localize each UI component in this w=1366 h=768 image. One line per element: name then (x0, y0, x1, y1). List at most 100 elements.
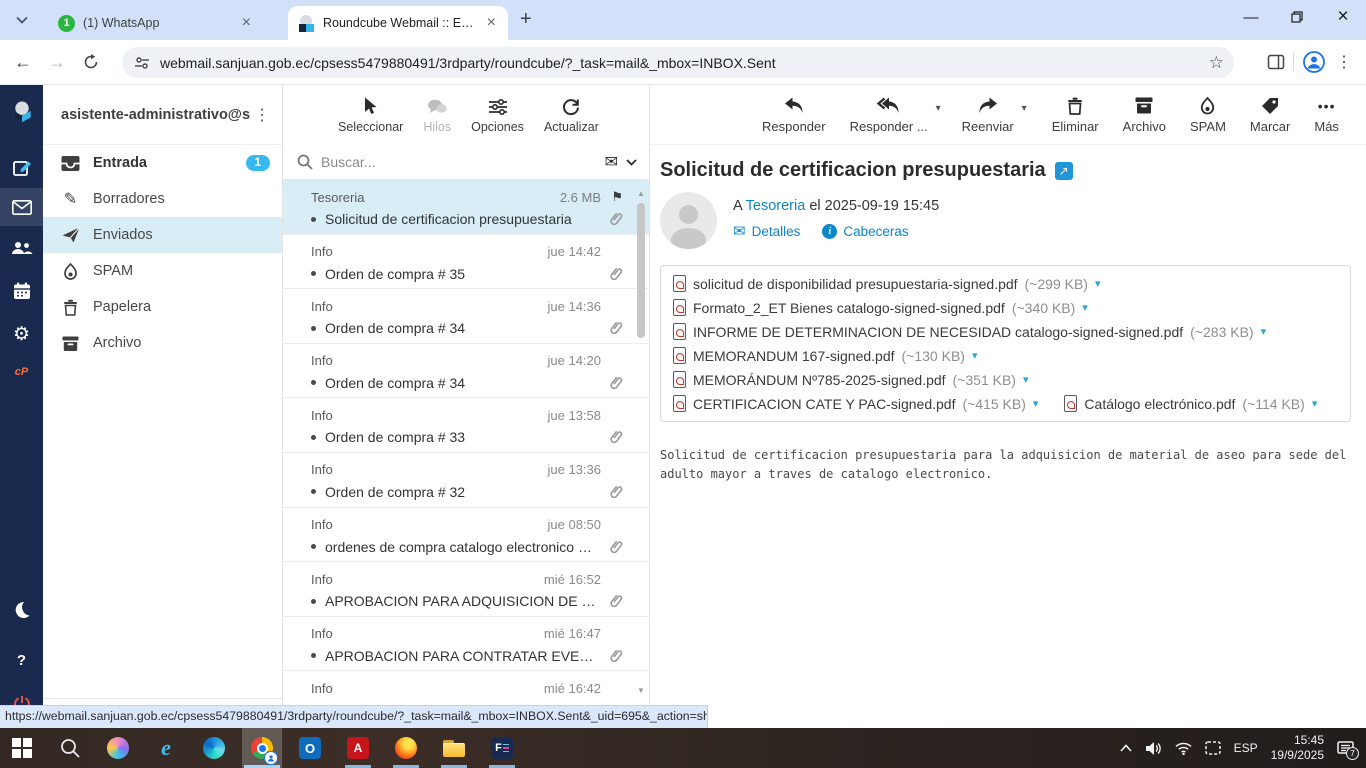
close-icon[interactable]: × (240, 15, 253, 31)
dropdown-caret-icon[interactable]: ▾ (936, 103, 941, 114)
archive-button[interactable]: Archivo (1123, 96, 1166, 134)
acrobat-button[interactable]: A (338, 728, 378, 768)
message-row[interactable]: Tesoreria 2.6 MB ⚑ Solicitud de certificac… (283, 180, 649, 235)
start-button[interactable] (2, 728, 42, 768)
tab-roundcube[interactable]: Roundcube Webmail :: Enviados × (288, 6, 508, 40)
attachment-caret-icon[interactable]: ▾ (1082, 301, 1088, 314)
url-bar[interactable]: webmail.sanjuan.gob.ec/cpsess5479880491/… (122, 47, 1234, 78)
profile-avatar-icon[interactable] (1302, 50, 1326, 74)
message-row[interactable]: Info jue 14:20 Orden de compra # 34 (283, 344, 649, 399)
message-row[interactable]: Info mié 16:47 APROBACION PARA CONTRATAR … (283, 617, 649, 672)
open-in-new-window-icon[interactable]: ↗ (1054, 161, 1073, 180)
attachment-item[interactable]: Catálogo electrónico.pdf (~114 KB) ▾ (1064, 395, 1317, 412)
dropdown-caret-icon[interactable]: ▾ (1022, 103, 1027, 114)
taskbar-search-button[interactable] (50, 728, 90, 768)
attachment-caret-icon[interactable]: ▾ (972, 349, 978, 362)
folder-spam[interactable]: SPAM (43, 253, 282, 289)
file-explorer-button[interactable] (434, 728, 474, 768)
tab-search-button[interactable] (8, 6, 36, 34)
close-icon[interactable]: × (485, 15, 498, 31)
bookmark-star-icon[interactable]: ☆ (1209, 53, 1224, 73)
attachment-item[interactable]: CERTIFICACION CATE Y PAC-signed.pdf (~415… (673, 395, 1038, 412)
search-input[interactable] (321, 154, 597, 170)
message-row[interactable]: Info jue 14:36 Orden de compra # 34 (283, 289, 649, 344)
reply-all-button[interactable]: Responder ... ▾ (850, 96, 941, 134)
tab-whatsapp[interactable]: 1 (1) WhatsApp × (48, 6, 263, 40)
more-button[interactable]: ••• Más (1314, 96, 1339, 134)
minimize-button[interactable]: — (1228, 0, 1274, 34)
attachment-item[interactable]: MEMORANDUM 167-signed.pdf (~130 KB) ▾ (673, 347, 977, 364)
message-row[interactable]: Info jue 14:42 Orden de compra # 35 (283, 235, 649, 290)
help-button[interactable]: ? (0, 641, 43, 679)
new-tab-button[interactable]: + (520, 8, 532, 31)
site-settings-icon[interactable] (134, 56, 150, 70)
recipient-link[interactable]: Tesoreria (746, 198, 806, 214)
restore-button[interactable] (1274, 0, 1320, 34)
volume-icon[interactable] (1145, 741, 1162, 756)
search-scope-mail-icon[interactable]: ✉ (605, 152, 618, 172)
attachment-caret-icon[interactable]: ▾ (1095, 277, 1101, 290)
compose-button[interactable] (0, 149, 43, 187)
account-menu-icon[interactable]: ⋮ (250, 105, 274, 125)
wifi-icon[interactable] (1175, 742, 1192, 755)
scroll-down-icon[interactable]: ▼ (636, 686, 646, 695)
nav-contacts-button[interactable] (0, 229, 43, 267)
folder-papelera[interactable]: Papelera (43, 289, 282, 325)
attachment-item[interactable]: INFORME DE DETERMINACION DE NECESIDAD ca… (673, 323, 1266, 340)
folder-entrada[interactable]: Entrada 1 (43, 145, 282, 181)
attachment-caret-icon[interactable]: ▾ (1023, 373, 1029, 386)
outlook-button[interactable]: O (290, 728, 330, 768)
firefox-button[interactable] (386, 728, 426, 768)
notification-center-button[interactable]: 7 (1337, 740, 1359, 760)
close-window-button[interactable]: × (1320, 0, 1366, 34)
folder-borradores[interactable]: ✎ Borradores (43, 181, 282, 217)
flag-icon[interactable]: ⚑ (601, 189, 623, 205)
threads-button[interactable]: Hilos (423, 97, 451, 134)
attachment-caret-icon[interactable]: ▾ (1312, 397, 1318, 410)
fapp-button[interactable]: F (482, 728, 522, 768)
reply-button[interactable]: Responder (762, 96, 826, 134)
scrollbar-thumb[interactable] (637, 203, 645, 338)
spam-button[interactable]: SPAM (1190, 96, 1226, 134)
list-scrollbar[interactable]: ▲ ▼ (636, 185, 646, 723)
delete-button[interactable]: Eliminar (1052, 96, 1099, 134)
attachment-caret-icon[interactable]: ▾ (1261, 325, 1267, 338)
attachment-item[interactable]: Formato_2_ET Bienes catalogo-signed-sign… (673, 299, 1088, 316)
mark-button[interactable]: Marcar (1250, 96, 1290, 134)
message-row[interactable]: Info jue 08:50 ordenes de compra catalogo… (283, 508, 649, 563)
chrome-button[interactable] (242, 728, 282, 768)
reload-button[interactable] (74, 45, 108, 79)
scroll-up-icon[interactable]: ▲ (636, 189, 646, 198)
taskbar-clock[interactable]: 15:45 19/9/2025 (1271, 733, 1324, 763)
browser-menu-icon[interactable]: ⋮ (1326, 52, 1362, 72)
nav-mail-button[interactable] (0, 188, 43, 226)
details-link[interactable]: ✉ Detalles (733, 222, 800, 240)
copilot-button[interactable] (98, 728, 138, 768)
options-button[interactable]: Opciones (471, 97, 524, 134)
attachment-item[interactable]: solicitud de disponibilidad presupuestar… (673, 275, 1101, 292)
back-button[interactable]: ← (6, 45, 40, 79)
language-indicator[interactable]: ESP (1234, 741, 1258, 755)
refresh-button[interactable]: Actualizar (544, 97, 599, 134)
headers-link[interactable]: i Cabeceras (822, 222, 909, 240)
display-icon[interactable] (1204, 741, 1221, 755)
nav-settings-button[interactable]: ⚙ (0, 315, 43, 353)
message-row[interactable]: Info mié 16:52 APROBACION PARA ADQUISICIO… (283, 562, 649, 617)
tray-expand-icon[interactable] (1120, 744, 1132, 752)
message-row[interactable]: Info jue 13:36 Orden de compra # 32 (283, 453, 649, 508)
side-panel-icon[interactable] (1267, 53, 1285, 71)
nav-calendar-button[interactable] (0, 272, 43, 310)
folder-archivo[interactable]: Archivo (43, 325, 282, 361)
attachment-caret-icon[interactable]: ▾ (1033, 397, 1039, 410)
forward-button[interactable]: → (40, 45, 74, 79)
search-options-chevron-icon[interactable] (626, 158, 637, 166)
folder-enviados[interactable]: Enviados (43, 217, 282, 253)
message-row[interactable]: Info jue 13:58 Orden de compra # 33 (283, 398, 649, 453)
internet-explorer-button[interactable]: e (146, 728, 186, 768)
edge-button[interactable] (194, 728, 234, 768)
forward-button[interactable]: Reenviar ▾ (962, 96, 1027, 134)
select-button[interactable]: Seleccionar (338, 97, 403, 134)
cpanel-logo[interactable]: cP (0, 353, 43, 391)
dark-mode-button[interactable] (0, 590, 43, 628)
attachment-item[interactable]: MEMORÁNDUM Nº785-2025-signed.pdf (~351 KB… (673, 371, 1029, 388)
